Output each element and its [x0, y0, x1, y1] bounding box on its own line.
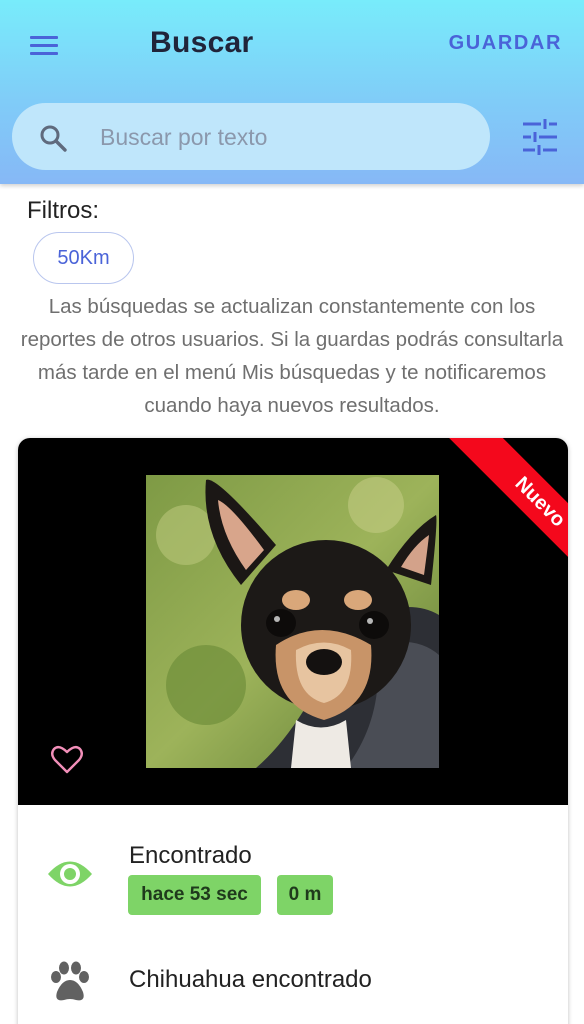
status-label: Encontrado — [129, 842, 252, 869]
result-photo-area[interactable]: Nuevo — [18, 438, 568, 805]
heart-outline-icon[interactable] — [50, 744, 84, 776]
search-bar — [12, 103, 490, 170]
search-input[interactable] — [100, 117, 470, 157]
status-row: Encontrado hace 53 sec 0 m — [18, 805, 568, 930]
hamburger-menu-icon[interactable] — [26, 30, 66, 62]
search-icon — [40, 125, 67, 152]
eye-icon — [48, 861, 92, 887]
time-badge: hace 53 sec — [128, 875, 261, 915]
distance-badge: 0 m — [277, 875, 333, 915]
page-title: Buscar — [150, 26, 254, 59]
filters-label: Filtros: — [27, 197, 99, 224]
distance-filter-chip[interactable]: 50Km — [33, 232, 134, 284]
app-bar: Buscar GUARDAR — [0, 0, 584, 184]
result-title: Chihuahua encontrado — [129, 966, 372, 993]
result-card[interactable]: Nuevo Encontrado hace 53 sec 0 m Chihuah… — [18, 438, 568, 1024]
paw-icon — [51, 961, 89, 1001]
new-ribbon-label: Nuevo — [448, 438, 568, 588]
dog-photo — [146, 475, 439, 768]
breed-row: Chihuahua encontrado — [18, 943, 568, 1013]
tune-sliders-icon[interactable] — [520, 118, 560, 156]
save-button[interactable]: GUARDAR — [449, 32, 562, 55]
new-ribbon: Nuevo — [418, 438, 568, 588]
info-text: Las búsquedas se actualizan constantemen… — [20, 295, 564, 417]
